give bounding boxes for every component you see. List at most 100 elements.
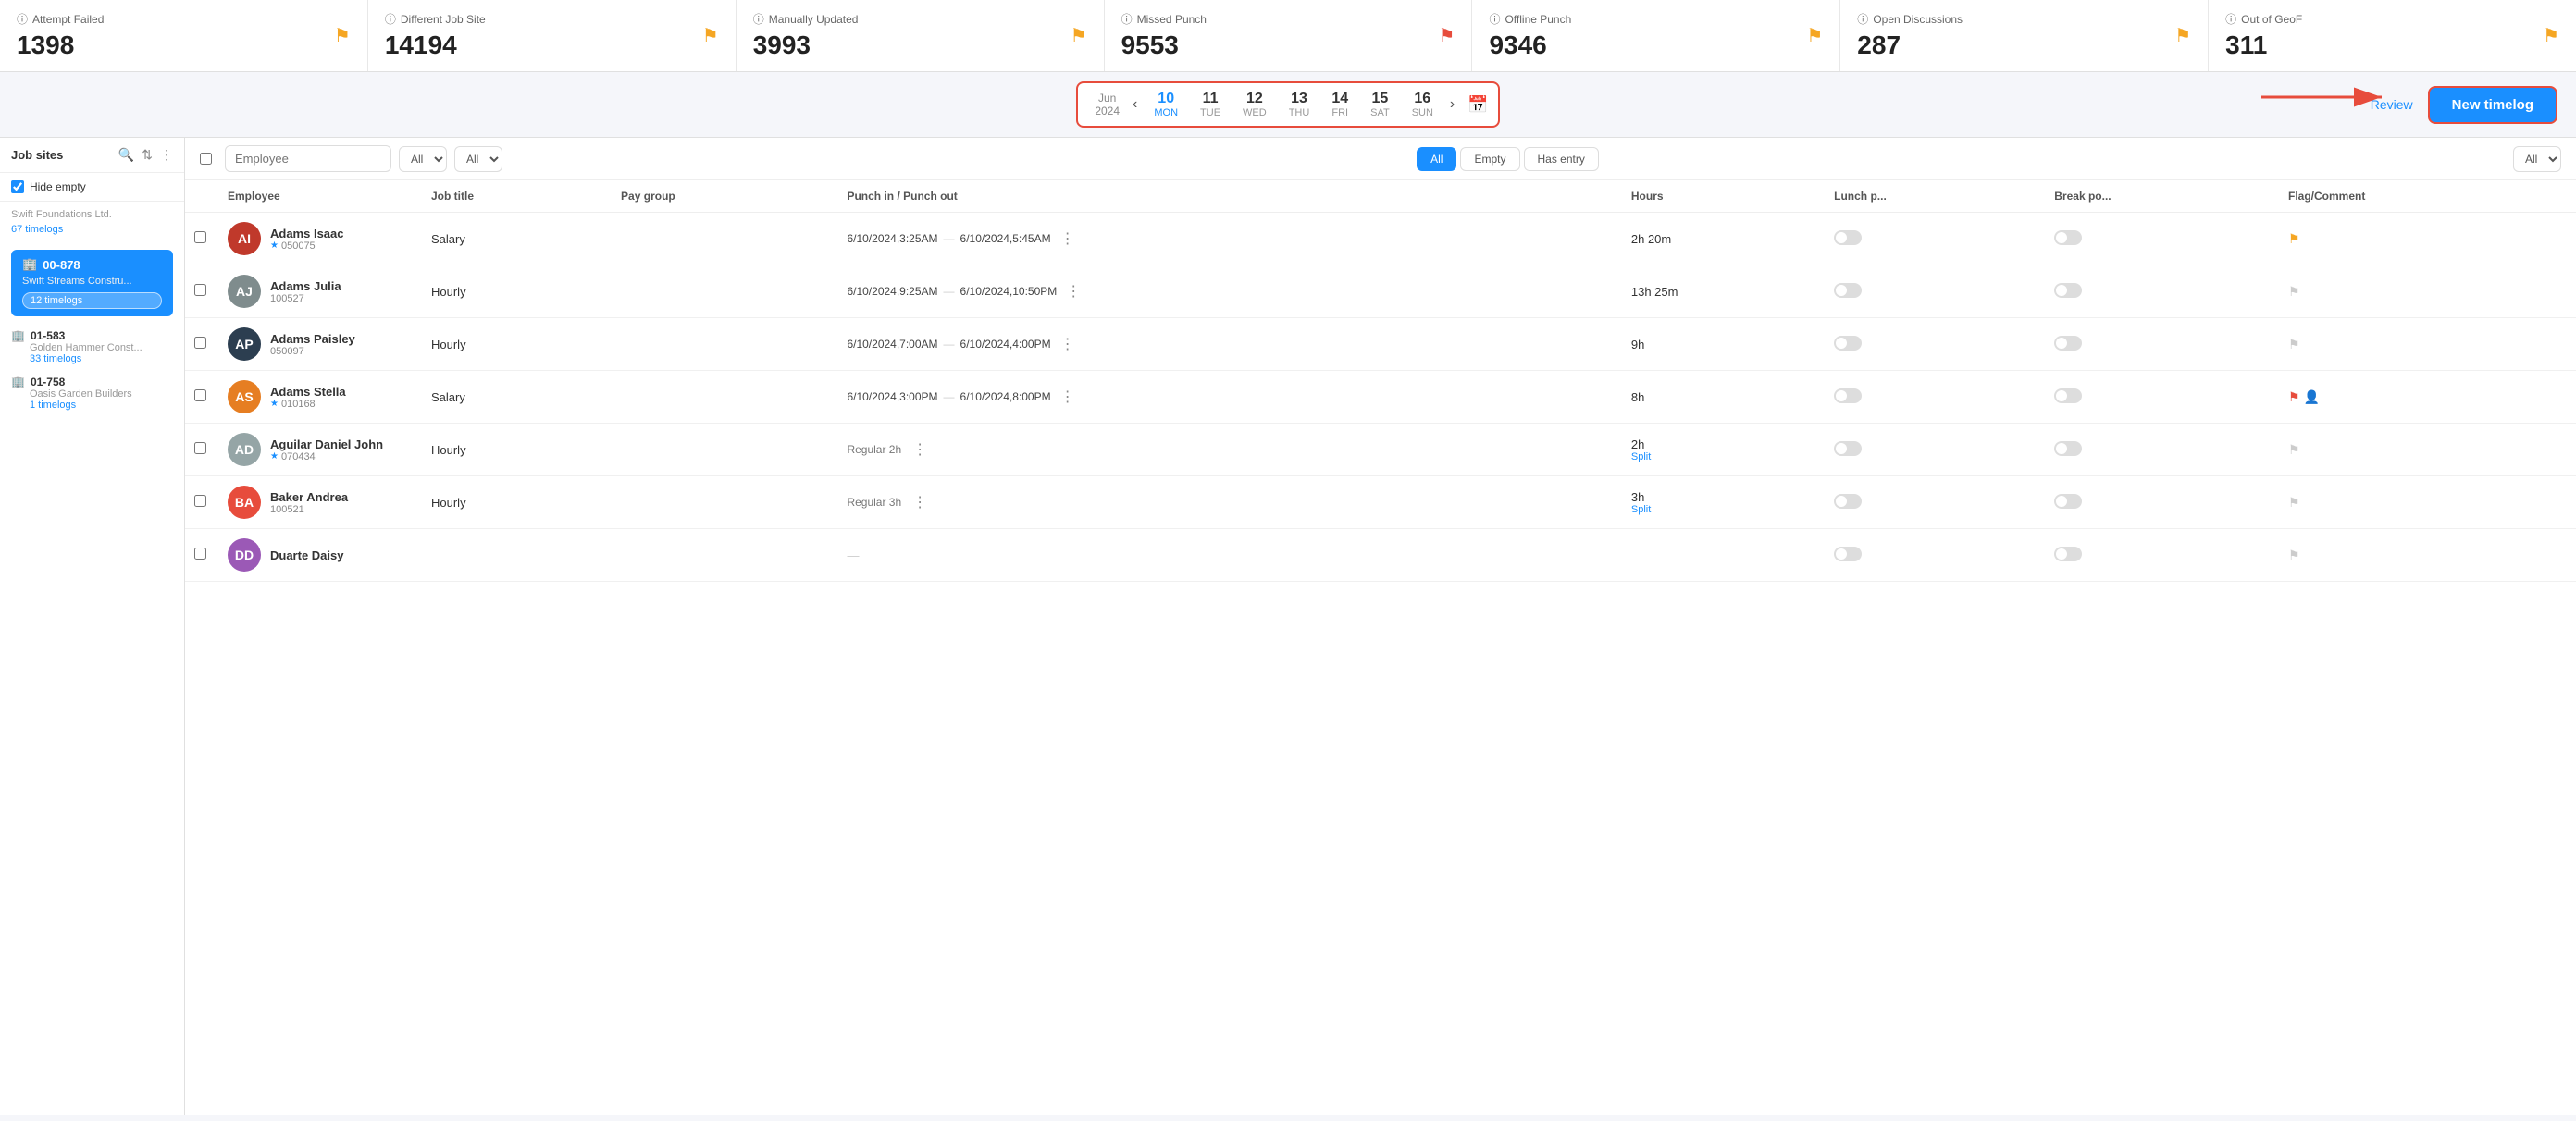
break-cell xyxy=(2045,529,2279,582)
calendar-icon[interactable]: 📅 xyxy=(1468,95,1488,115)
break-toggle-adams-julia[interactable] xyxy=(2054,283,2082,298)
break-toggle-adams-paisley[interactable] xyxy=(2054,336,2082,351)
col-checkbox xyxy=(185,180,218,213)
split-link-aguilar-daniel[interactable]: Split xyxy=(1631,451,1815,462)
stat-title-manual: Manually Updated xyxy=(769,13,859,26)
avatar-duarte-daisy: DD xyxy=(228,538,261,572)
lunch-cell xyxy=(1825,318,2045,371)
job-title-cell: Hourly xyxy=(422,424,612,476)
employee-info: AI Adams Isaac ★ 050075 xyxy=(228,222,413,255)
building-icon-01583: 🏢 xyxy=(11,329,25,342)
emp-id-aguilar-daniel: ★ 070434 xyxy=(270,451,383,462)
punch-arrow-adams-isaac: — xyxy=(944,232,955,245)
stat-card-missed-punch: ⓘ Missed Punch 9553 ⚑ xyxy=(1105,0,1473,71)
hide-empty-checkbox[interactable] xyxy=(11,180,24,193)
emp-name-aguilar-daniel: Aguilar Daniel John xyxy=(270,437,383,451)
site-timelogs-swift[interactable]: 67 timelogs xyxy=(0,222,184,242)
punch-menu-adams-stella[interactable]: ⋮ xyxy=(1060,388,1075,406)
day-11[interactable]: 11 TUE xyxy=(1189,89,1232,120)
lunch-toggle-duarte-daisy[interactable] xyxy=(1834,547,1862,561)
punch-menu-aguilar-daniel[interactable]: ⋮ xyxy=(912,440,927,459)
pay-group-cell xyxy=(612,371,837,424)
day-16[interactable]: 16 SUN xyxy=(1401,89,1444,120)
review-link[interactable]: Review xyxy=(2371,97,2413,112)
punch-menu-baker-andrea[interactable]: ⋮ xyxy=(912,493,927,511)
row-checkbox-adams-julia[interactable] xyxy=(194,284,206,296)
pay-group-cell xyxy=(612,213,837,265)
pay-group-filter[interactable]: All xyxy=(454,146,502,172)
site-item-01758[interactable]: 🏢 01-758 Oasis Garden Builders 1 timelog… xyxy=(0,370,184,416)
filter-empty-button[interactable]: Empty xyxy=(1460,147,1519,171)
flag-icon-missed: ⚑ xyxy=(1439,24,1455,47)
search-icon[interactable]: 🔍 xyxy=(118,147,134,163)
site-01583-name: Golden Hammer Const... xyxy=(30,342,173,353)
punch-menu-adams-julia[interactable]: ⋮ xyxy=(1066,282,1081,301)
punch-menu-adams-isaac[interactable]: ⋮ xyxy=(1060,229,1075,248)
punch-menu-adams-paisley[interactable]: ⋮ xyxy=(1060,335,1075,353)
hours-cell: 13h 25m xyxy=(1622,265,1825,318)
sidebar: Job sites 🔍 ⇅ ⋮ Hide empty Swift Foundat… xyxy=(0,138,185,1115)
site-item-01583[interactable]: 🏢 01-583 Golden Hammer Const... 33 timel… xyxy=(0,324,184,370)
day-14[interactable]: 14 FRI xyxy=(1320,89,1359,120)
lunch-toggle-adams-julia[interactable] xyxy=(1834,283,1862,298)
filter-all-button[interactable]: All xyxy=(1417,147,1456,171)
row-checkbox-baker-andrea[interactable] xyxy=(194,495,206,507)
prev-week-button[interactable]: ‹ xyxy=(1127,96,1143,113)
table-row: BA Baker Andrea 100521 Hourly Regular 3h… xyxy=(185,476,2576,529)
flag-icon-attempt: ⚑ xyxy=(334,24,351,47)
employee-cell: AS Adams Stella ★ 010168 xyxy=(218,371,422,424)
emp-name-baker-andrea: Baker Andrea xyxy=(270,490,348,504)
row-checkbox-aguilar-daniel[interactable] xyxy=(194,442,206,454)
pay-group-cell xyxy=(612,424,837,476)
col-hours: Hours xyxy=(1622,180,1825,213)
entry-filter-group: All Empty Has entry xyxy=(1417,147,1599,171)
site-item-01583-code: 🏢 01-583 xyxy=(11,329,173,342)
next-week-button[interactable]: › xyxy=(1444,96,1460,113)
stat-card-out-of-geo: ⓘ Out of GeoF 311 ⚑ xyxy=(2209,0,2576,71)
lunch-toggle-adams-stella[interactable] xyxy=(1834,388,1862,403)
employee-search-input[interactable] xyxy=(225,145,391,172)
emp-id-adams-stella: ★ 010168 xyxy=(270,399,346,410)
lunch-cell xyxy=(1825,265,2045,318)
lunch-toggle-aguilar-daniel[interactable] xyxy=(1834,441,1862,456)
stat-card-open-discussions: ⓘ Open Discussions 287 ⚑ xyxy=(1840,0,2209,71)
stat-title-diff: Different Job Site xyxy=(401,13,486,26)
site-item-00878[interactable]: 🏢 00-878 Swift Streams Constru... 12 tim… xyxy=(11,250,173,316)
row-checkbox-adams-isaac[interactable] xyxy=(194,231,206,243)
break-toggle-adams-stella[interactable] xyxy=(2054,388,2082,403)
day-13[interactable]: 13 THU xyxy=(1278,89,1321,120)
select-all-checkbox[interactable] xyxy=(200,153,212,165)
site-01583-timelogs[interactable]: 33 timelogs xyxy=(30,353,173,364)
new-timelog-button[interactable]: New timelog xyxy=(2428,86,2557,124)
lunch-toggle-baker-andrea[interactable] xyxy=(1834,494,1862,509)
employee-cell: AD Aguilar Daniel John ★ 070434 xyxy=(218,424,422,476)
row-checkbox-adams-stella[interactable] xyxy=(194,389,206,401)
day-14-name: FRI xyxy=(1331,107,1348,118)
row-checkbox-adams-paisley[interactable] xyxy=(194,337,206,349)
split-link-baker-andrea[interactable]: Split xyxy=(1631,504,1815,515)
break-toggle-baker-andrea[interactable] xyxy=(2054,494,2082,509)
lunch-toggle-adams-paisley[interactable] xyxy=(1834,336,1862,351)
building-icon-01758: 🏢 xyxy=(11,376,25,388)
lunch-toggle-adams-isaac[interactable] xyxy=(1834,230,1862,245)
day-12[interactable]: 12 WED xyxy=(1232,89,1278,120)
break-toggle-duarte-daisy[interactable] xyxy=(2054,547,2082,561)
break-toggle-aguilar-daniel[interactable] xyxy=(2054,441,2082,456)
row-checkbox-duarte-daisy[interactable] xyxy=(194,548,206,560)
break-toggle-adams-isaac[interactable] xyxy=(2054,230,2082,245)
filter-has-entry-button[interactable]: Has entry xyxy=(1524,147,1599,171)
emp-name-adams-isaac: Adams Isaac xyxy=(270,227,344,240)
flag-grey-adams-paisley: ⚑ xyxy=(2288,337,2300,352)
day-10[interactable]: 10 MON xyxy=(1143,89,1189,120)
regular-label-baker-andrea: Regular 3h xyxy=(847,496,901,509)
site-01758-timelogs[interactable]: 1 timelogs xyxy=(30,400,173,411)
info-icon-missed: ⓘ xyxy=(1121,11,1133,27)
flag-grey-aguilar-daniel: ⚑ xyxy=(2288,442,2300,458)
filter-icon[interactable]: ⇅ xyxy=(142,147,153,163)
day-15[interactable]: 15 SAT xyxy=(1359,89,1401,120)
punch-arrow-adams-paisley: — xyxy=(944,338,955,351)
more-icon[interactable]: ⋮ xyxy=(160,147,173,163)
job-title-filter[interactable]: All xyxy=(399,146,447,172)
employee-cell: AP Adams Paisley 050097 xyxy=(218,318,422,371)
flag-comment-filter[interactable]: All xyxy=(2513,146,2561,172)
